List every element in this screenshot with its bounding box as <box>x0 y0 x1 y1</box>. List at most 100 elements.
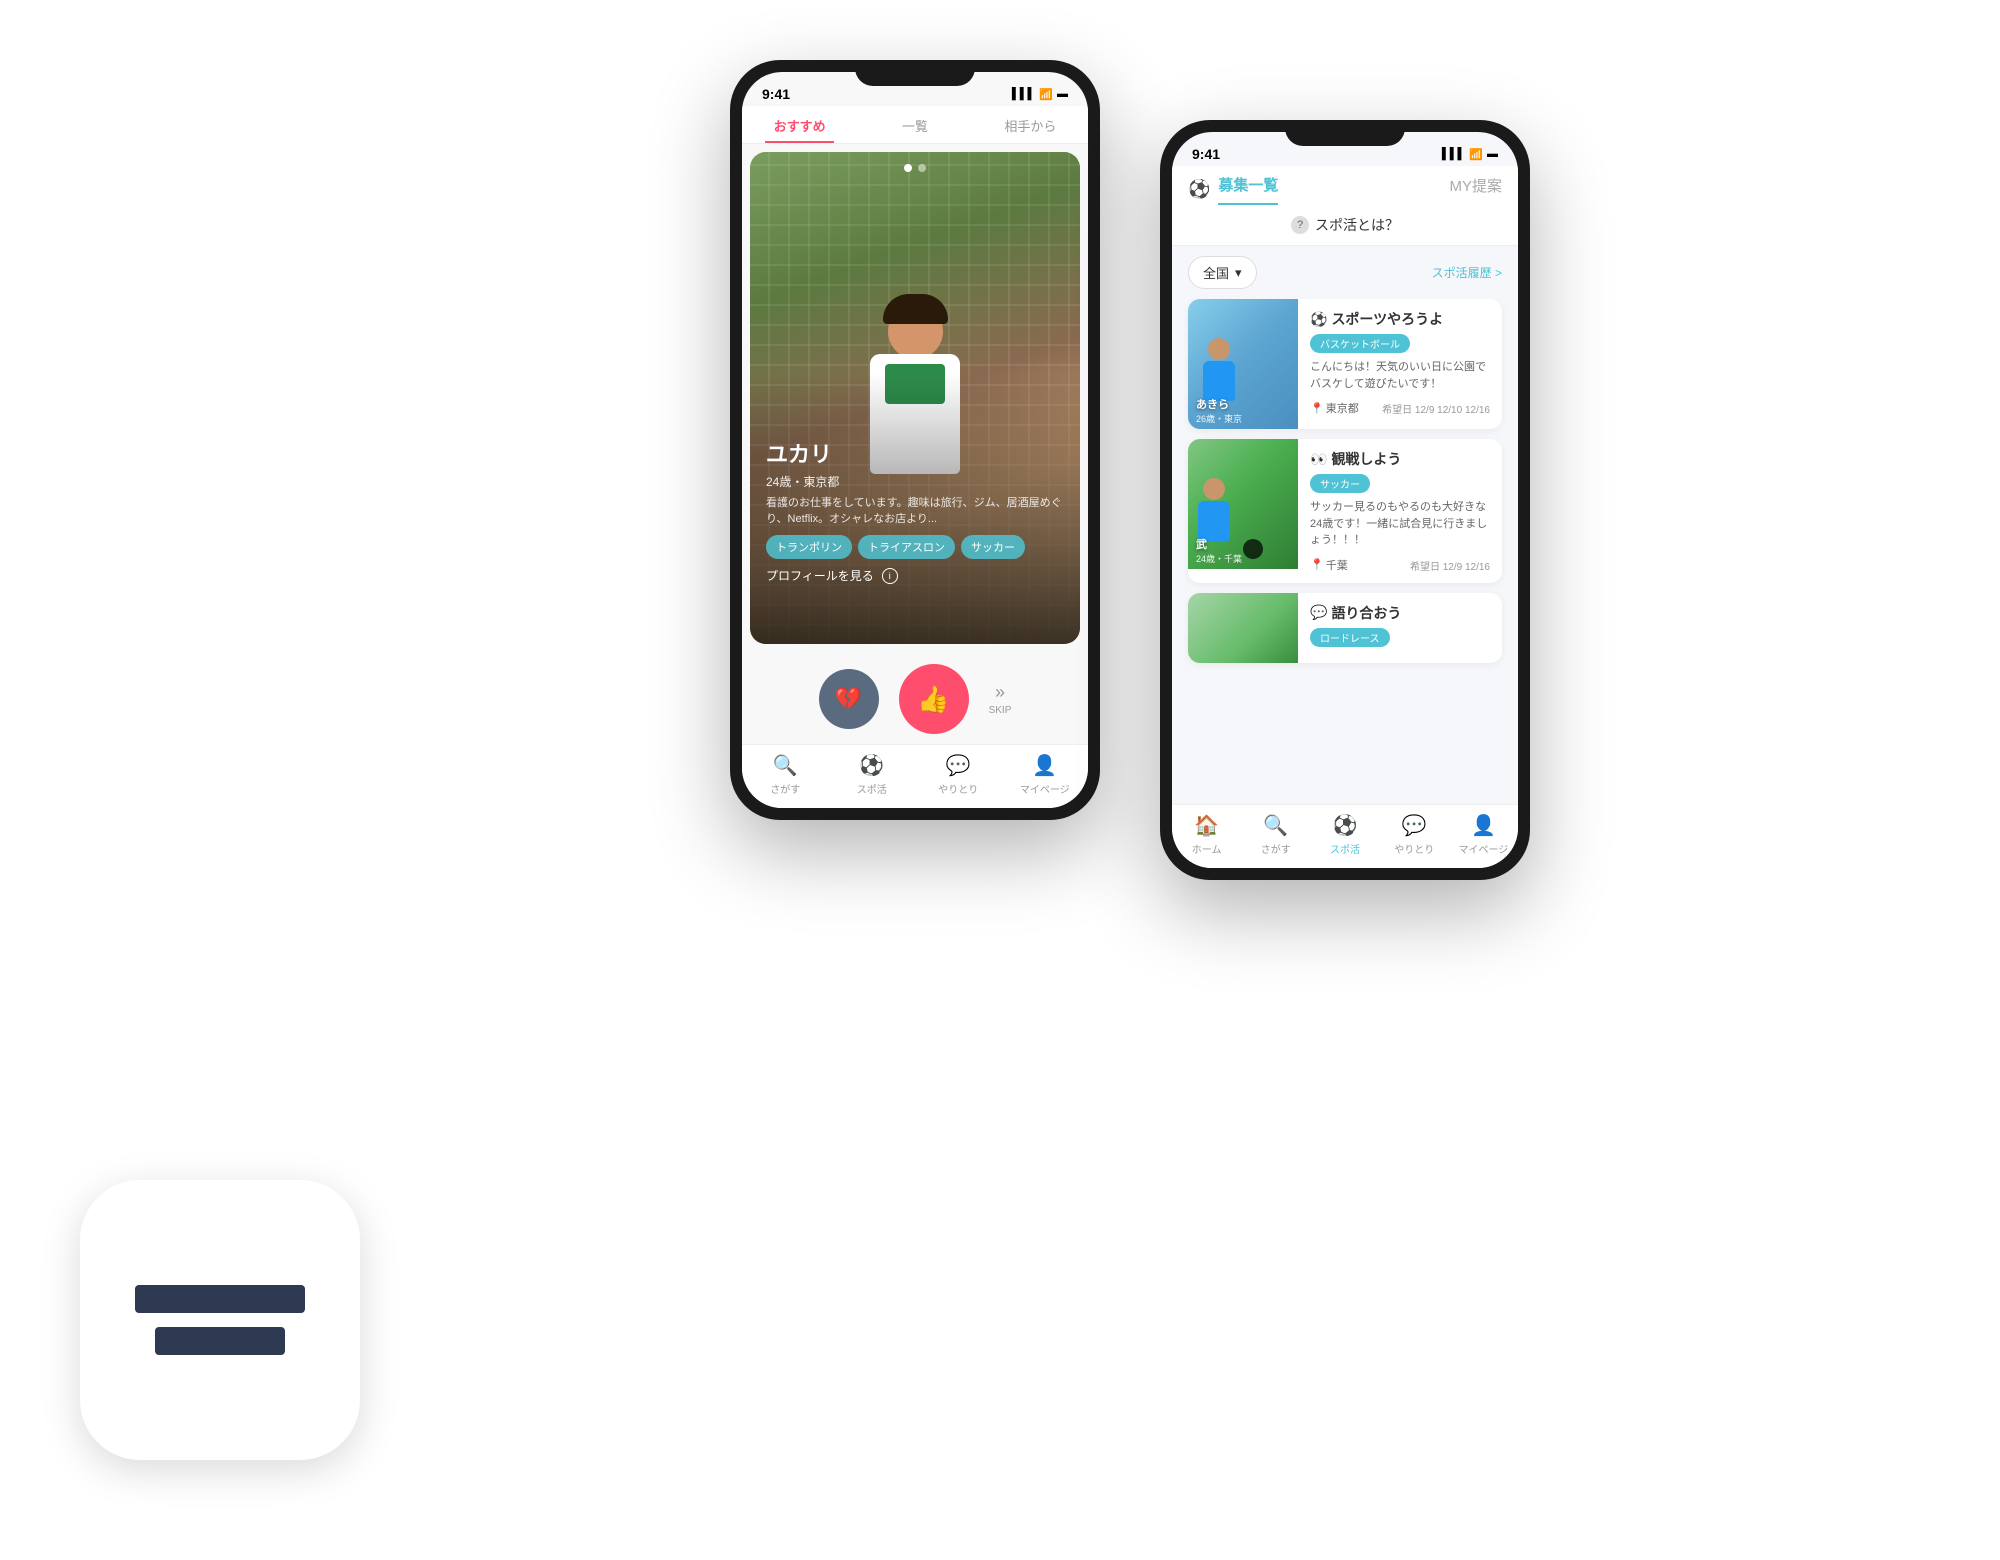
battery-icon: ▬ <box>1057 88 1068 100</box>
history-link[interactable]: スポ活履歴 > <box>1432 264 1502 281</box>
recruit-info-1: ⚽ スポーツやろうよ バスケットボール こんにちは！天気のいい日に公園でバスケし… <box>1298 299 1502 429</box>
left-time: 9:41 <box>762 86 790 102</box>
recruit-card-1[interactable]: あきら 26歳・東京 ⚽ スポーツやろうよ バスケットボール こんにちは！天気の… <box>1188 299 1502 429</box>
person-name-2: 武 <box>1196 536 1242 552</box>
profile-card: ユカリ 24歳・東京都 看護のお仕事をしています。趣味は旅行、ジム、居酒屋めぐり… <box>750 152 1080 644</box>
recruit-card-2[interactable]: 武 24歳・千葉 👀 観戦しよう サッカー サッカー見るのもやるのも大好きな24… <box>1188 439 1502 583</box>
recruit-photo-1: あきら 26歳・東京 <box>1188 299 1298 429</box>
right-nav-spokatsu-label: スポ活 <box>1330 841 1360 856</box>
right-sport-icon: ⚽ <box>1333 813 1358 838</box>
person-age-2: 24歳・千葉 <box>1196 552 1242 565</box>
right-nav-sagasu[interactable]: 🔍 さがす <box>1241 813 1310 856</box>
nav-mypage[interactable]: 👤 マイページ <box>1002 753 1089 796</box>
tab-my-proposal[interactable]: MY提案 <box>1449 175 1502 204</box>
tab-recruit-list[interactable]: 募集一覧 <box>1218 174 1278 205</box>
sport-icon: ⚽ <box>859 753 884 778</box>
profile-view-label: プロフィールを見る <box>766 567 874 584</box>
person-name-1: あきら <box>1196 396 1242 412</box>
profile-tags: トランポリン トライアスロン サッカー <box>766 535 1064 559</box>
profile-name: ユカリ <box>766 437 1064 469</box>
tag-soccer: サッカー <box>961 535 1025 559</box>
right-phone: 9:41 ▌▌▌ 📶 ▬ ⚽ 募集一覧 MY提案 ? スポ活とは？ <box>1160 120 1530 880</box>
dots-indicator <box>904 164 926 172</box>
recruit-dates-2: 希望日 12/9 12/16 <box>1410 558 1490 573</box>
sport-tag-3: ロードレース <box>1310 628 1390 647</box>
recruit-desc-1: こんにちは！天気のいい日に公園でバスケして遊びたいです！ <box>1310 359 1490 392</box>
left-phone-screen: 9:41 ▌▌▌ 📶 ▬ おすすめ 一覧 相手から <box>742 72 1088 808</box>
spokatsu-text: スポ活とは？ <box>1315 215 1399 235</box>
recruit-card-3[interactable]: 💬 語り合おう ロードレース <box>1188 593 1502 663</box>
recruit-photo-3 <box>1188 593 1298 663</box>
pin-icon-1: 📍 <box>1310 402 1324 415</box>
right-time: 9:41 <box>1192 146 1220 162</box>
profile-age: 24歳・東京都 <box>766 473 1064 490</box>
pin-icon-2: 📍 <box>1310 558 1324 571</box>
left-tabs: おすすめ 一覧 相手から <box>742 106 1088 144</box>
spokatsu-banner[interactable]: ? スポ活とは？ <box>1172 205 1518 246</box>
right-chat-icon: 💬 <box>1402 813 1427 838</box>
nav-mypage-label: マイページ <box>1020 781 1070 796</box>
title-icon-2: 👀 <box>1310 451 1327 468</box>
left-phone-notch <box>855 60 975 86</box>
right-signal-icon: ▌▌▌ <box>1442 148 1465 160</box>
recruit-location-2: 📍 千葉 <box>1310 557 1348 573</box>
header-sport-icon: ⚽ <box>1188 179 1210 200</box>
right-nav-sagasu-label: さがす <box>1261 841 1291 856</box>
recruit-desc-2: サッカー見るのもやるのも大好きな24歳です！一緒に試合見に行きましょう！！！ <box>1310 499 1490 549</box>
right-nav-yaritori[interactable]: 💬 やりとり <box>1380 813 1449 856</box>
right-nav-home-label: ホーム <box>1192 841 1222 856</box>
skip-button[interactable]: » SKIP <box>989 682 1012 716</box>
signal-icon: ▌▌▌ <box>1012 88 1035 100</box>
recruit-photo-2: 武 24歳・千葉 <box>1188 439 1298 569</box>
right-search-icon: 🔍 <box>1263 813 1288 838</box>
dot-2 <box>918 164 926 172</box>
nav-spokatsu[interactable]: ⚽ スポ活 <box>829 753 916 796</box>
sport-tag-2: サッカー <box>1310 474 1370 493</box>
home-icon: 🏠 <box>1194 813 1219 838</box>
tab-osusume[interactable]: おすすめ <box>742 106 857 143</box>
right-person-icon: 👤 <box>1471 813 1496 838</box>
nav-yaritori[interactable]: 💬 やりとり <box>915 753 1002 796</box>
app-icon-stripe-2 <box>155 1327 285 1355</box>
right-nav-spokatsu[interactable]: ⚽ スポ活 <box>1310 813 1379 856</box>
nav-sagasu-label: さがす <box>770 781 800 796</box>
dot-1 <box>904 164 912 172</box>
recruit-meta-1: 📍 東京都 希望日 12/9 12/10 12/16 <box>1310 400 1490 416</box>
title-icon-3: 💬 <box>1310 604 1327 621</box>
profile-info: ユカリ 24歳・東京都 看護のお仕事をしています。趣味は旅行、ジム、居酒屋めぐり… <box>766 437 1064 584</box>
sport-tag-1: バスケットボール <box>1310 334 1410 353</box>
cards-list: あきら 26歳・東京 ⚽ スポーツやろうよ バスケットボール こんにちは！天気の… <box>1172 299 1518 804</box>
like-button[interactable]: 👍 <box>899 664 969 734</box>
right-nav-home[interactable]: 🏠 ホーム <box>1172 813 1241 856</box>
right-bottom-nav: 🏠 ホーム 🔍 さがす ⚽ スポ活 💬 やりとり 👤 マイページ <box>1172 804 1518 868</box>
recruit-info-3: 💬 語り合おう ロードレース <box>1298 593 1502 663</box>
right-nav-mypage[interactable]: 👤 マイページ <box>1449 813 1518 856</box>
tag-triathlon: トライアスロン <box>858 535 955 559</box>
chevron-down-icon: ▾ <box>1235 265 1242 281</box>
recruit-dates-1: 希望日 12/9 12/10 12/16 <box>1382 401 1490 416</box>
profile-view[interactable]: プロフィールを見る i <box>766 567 1064 584</box>
right-wifi-icon: 📶 <box>1469 148 1483 161</box>
app-icon-stripe-1 <box>135 1285 305 1313</box>
nav-spokatsu-label: スポ活 <box>857 781 887 796</box>
right-phone-screen: 9:41 ▌▌▌ 📶 ▬ ⚽ 募集一覧 MY提案 ? スポ活とは？ <box>1172 132 1518 868</box>
right-header: ⚽ 募集一覧 MY提案 <box>1172 166 1518 205</box>
person-icon: 👤 <box>1032 753 1057 778</box>
phones-container: 9:41 ▌▌▌ 📶 ▬ おすすめ 一覧 相手から <box>320 60 1940 1500</box>
area-label: 全国 <box>1203 263 1229 282</box>
tab-ichiran[interactable]: 一覧 <box>857 106 972 143</box>
skip-icon: » <box>995 682 1005 703</box>
chat-icon: 💬 <box>946 753 971 778</box>
tab-aitakara[interactable]: 相手から <box>973 106 1088 143</box>
nav-sagasu[interactable]: 🔍 さがす <box>742 753 829 796</box>
dislike-button[interactable]: 💔 <box>819 669 879 729</box>
recruit-location-1: 📍 東京都 <box>1310 400 1359 416</box>
left-phone: 9:41 ▌▌▌ 📶 ▬ おすすめ 一覧 相手から <box>730 60 1100 820</box>
recruit-title-3: 💬 語り合おう <box>1310 603 1490 623</box>
title-icon-1: ⚽ <box>1310 311 1327 328</box>
app-icon-stripes <box>135 1285 305 1355</box>
area-filter[interactable]: 全国 ▾ <box>1188 256 1257 289</box>
question-icon: ? <box>1291 216 1309 234</box>
left-status-icons: ▌▌▌ 📶 ▬ <box>1012 88 1068 101</box>
recruit-title-1: ⚽ スポーツやろうよ <box>1310 309 1490 329</box>
